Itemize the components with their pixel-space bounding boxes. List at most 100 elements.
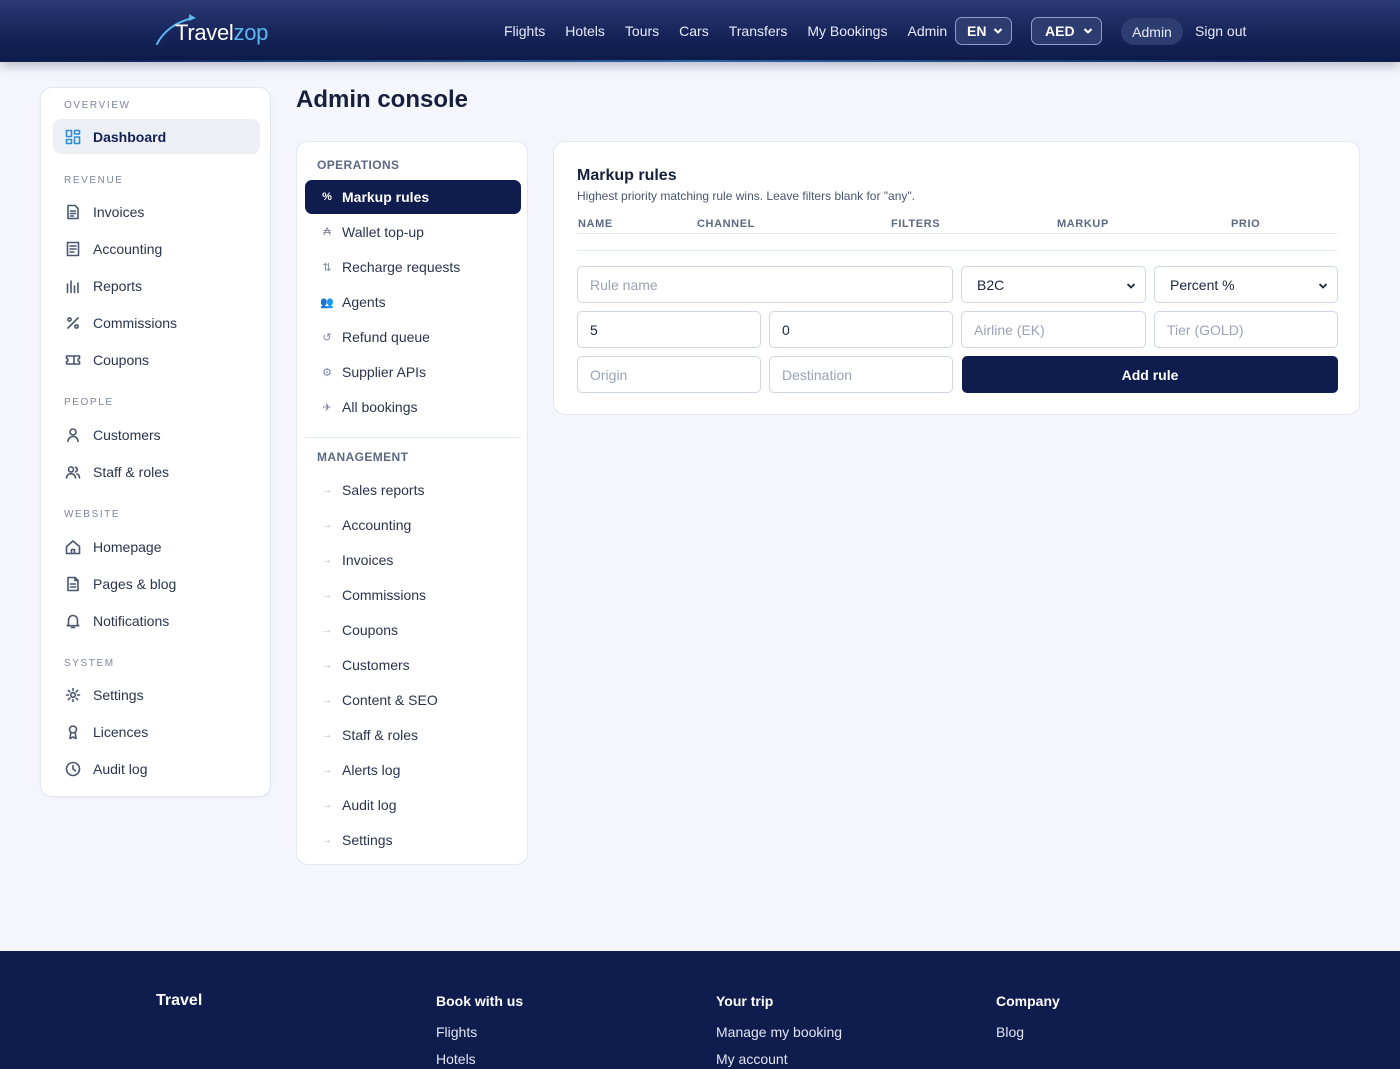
footer-link-blog[interactable]: Blog	[996, 1024, 1060, 1051]
sidebar-item-dashboard[interactable]: Dashboard	[53, 119, 260, 154]
travelzop-logo[interactable]: Travelzop	[155, 12, 268, 48]
nav-flights[interactable]: Flights	[504, 23, 545, 39]
percent-icon	[65, 315, 81, 331]
table-empty-divider	[577, 250, 1337, 251]
sign-out-link[interactable]: Sign out	[1195, 23, 1246, 39]
footer-brand: Travel	[156, 992, 203, 1009]
sidebar-item-staff-roles[interactable]: Staff & roles	[53, 454, 260, 489]
mgmt-item-sales-reports[interactable]: → Sales reports	[305, 473, 521, 507]
footer-column-title: Your trip	[716, 993, 774, 1009]
airline-filter-input[interactable]	[961, 311, 1146, 348]
footer-link-hotels[interactable]: Hotels	[436, 1051, 523, 1069]
swap-icon: ⇅	[322, 261, 332, 274]
page-icon	[65, 576, 81, 592]
mgmt-item-alerts-log[interactable]: → Alerts log	[305, 753, 521, 787]
site-footer: Travel Book with us Flights Hotels Your …	[0, 951, 1400, 1069]
sidebar-section-website: WEBSITE	[64, 509, 121, 520]
nav-my-bookings[interactable]: My Bookings	[807, 23, 887, 39]
arrow-right-icon: →	[321, 834, 333, 846]
ops-section-management: MANAGEMENT	[317, 450, 409, 464]
mgmt-item-label: Alerts log	[342, 762, 401, 778]
ops-item-label: Markup rules	[342, 189, 430, 205]
rule-name-input[interactable]	[577, 266, 953, 303]
sidebar-item-label: Dashboard	[93, 128, 167, 145]
ops-item-wallet-top-up[interactable]: ₳ Wallet top-up	[305, 215, 521, 249]
sidebar-item-audit-log[interactable]: Audit log	[53, 751, 260, 786]
markup-value-input[interactable]	[577, 311, 761, 348]
sidebar-item-invoices[interactable]: Invoices	[53, 194, 260, 229]
nav-cars[interactable]: Cars	[679, 23, 709, 39]
add-rule-button[interactable]: Add rule	[962, 356, 1338, 393]
sidebar-item-label: Homepage	[93, 538, 162, 555]
sidebar-item-accounting[interactable]: Accounting	[53, 231, 260, 266]
nav-tours[interactable]: Tours	[625, 23, 659, 39]
priority-input[interactable]	[769, 311, 953, 348]
sidebar-item-coupons[interactable]: Coupons	[53, 342, 260, 377]
ops-item-label: Recharge requests	[342, 259, 461, 275]
footer-link-flights[interactable]: Flights	[436, 1024, 523, 1051]
destination-input[interactable]	[769, 356, 953, 393]
currency-select[interactable]: AED	[1031, 17, 1102, 45]
invoice-icon	[65, 204, 81, 220]
arrow-right-icon: →	[321, 519, 333, 531]
sidebar-item-label: Coupons	[93, 351, 150, 368]
ops-item-agents[interactable]: 👥 Agents	[305, 285, 521, 319]
ops-item-label: Agents	[342, 294, 386, 310]
mgmt-item-commissions[interactable]: → Commissions	[305, 578, 521, 612]
dashboard-icon	[65, 129, 81, 145]
sidebar-item-label: Audit log	[93, 760, 148, 777]
origin-input[interactable]	[577, 356, 761, 393]
mgmt-item-coupons[interactable]: → Coupons	[305, 613, 521, 647]
chevron-down-icon	[1318, 283, 1328, 289]
sidebar-item-customers[interactable]: Customers	[53, 417, 260, 452]
gear-icon	[65, 687, 81, 703]
mgmt-item-audit-log[interactable]: → Audit log	[305, 788, 521, 822]
mgmt-item-settings[interactable]: → Settings	[305, 823, 521, 857]
arrow-right-icon: →	[321, 659, 333, 671]
sidebar-item-reports[interactable]: Reports	[53, 268, 260, 303]
nav-admin[interactable]: Admin	[907, 23, 947, 39]
markup-type-select[interactable]: Percent %	[1154, 266, 1338, 303]
language-select[interactable]: EN	[955, 17, 1012, 45]
percent-icon: %	[322, 191, 332, 203]
mgmt-item-label: Coupons	[342, 622, 399, 638]
user-menu-button[interactable]: Admin	[1121, 18, 1183, 45]
ops-item-all-bookings[interactable]: ✈ All bookings	[305, 390, 521, 424]
operations-nav: OPERATIONS % Markup rules ₳ Wallet top-u…	[296, 141, 528, 865]
sidebar-item-label: Accounting	[93, 240, 163, 257]
ops-item-markup-rules[interactable]: % Markup rules	[305, 180, 521, 214]
nav-transfers[interactable]: Transfers	[729, 23, 788, 39]
sidebar-item-pages-blog[interactable]: Pages & blog	[53, 566, 260, 601]
column-header-prio: PRIO	[1231, 218, 1261, 230]
mgmt-item-label: Settings	[342, 832, 393, 848]
top-navbar: Travelzop Flights Hotels Tours Cars Tran…	[0, 0, 1400, 62]
mgmt-item-customers[interactable]: → Customers	[305, 648, 521, 682]
footer-link-manage-booking[interactable]: Manage my booking	[716, 1024, 842, 1051]
sidebar-item-homepage[interactable]: Homepage	[53, 529, 260, 564]
ops-item-label: All bookings	[342, 399, 418, 415]
sidebar-item-label: Licences	[93, 723, 149, 740]
tier-filter-input[interactable]	[1154, 311, 1338, 348]
sidebar-item-licences[interactable]: Licences	[53, 714, 260, 749]
mgmt-item-accounting[interactable]: → Accounting	[305, 508, 521, 542]
nav-hotels[interactable]: Hotels	[565, 23, 605, 39]
sidebar-item-label: Invoices	[93, 203, 145, 220]
column-header-markup: MARKUP	[1057, 218, 1109, 230]
ops-item-recharge-requests[interactable]: ⇅ Recharge requests	[305, 250, 521, 284]
mgmt-item-staff-roles[interactable]: → Staff & roles	[305, 718, 521, 752]
mgmt-item-content-seo[interactable]: → Content & SEO	[305, 683, 521, 717]
ops-item-refund-queue[interactable]: ↺ Refund queue	[305, 320, 521, 354]
main-nav: Flights Hotels Tours Cars Transfers My B…	[504, 0, 967, 62]
footer-link-my-account[interactable]: My account	[716, 1051, 842, 1069]
footer-column-title: Company	[996, 993, 1060, 1009]
sidebar-item-notifications[interactable]: Notifications	[53, 603, 260, 638]
sidebar-item-label: Commissions	[93, 314, 178, 331]
mgmt-item-invoices[interactable]: → Invoices	[305, 543, 521, 577]
table-header-divider	[577, 233, 1337, 234]
sidebar-item-commissions[interactable]: Commissions	[53, 305, 260, 340]
ops-item-supplier-apis[interactable]: ⚙ Supplier APIs	[305, 355, 521, 389]
gear-icon: ⚙	[322, 366, 332, 379]
channel-select[interactable]: B2C	[961, 266, 1146, 303]
mgmt-item-label: Invoices	[342, 552, 394, 568]
sidebar-item-settings[interactable]: Settings	[53, 677, 260, 712]
